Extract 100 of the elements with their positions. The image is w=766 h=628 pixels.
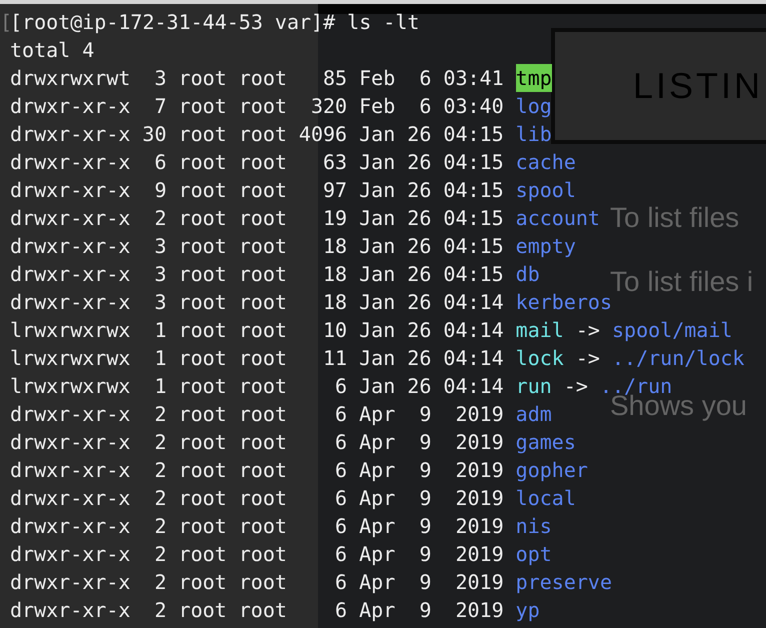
size-text: 19	[322, 205, 348, 232]
permissions-text: drwxr-xr-x	[10, 93, 130, 120]
group-text: root	[238, 373, 287, 400]
permissions-text: drwxr-xr-x	[10, 401, 130, 428]
size-text: 6	[334, 597, 348, 624]
directory-name: local	[516, 485, 576, 512]
group-text: root	[238, 65, 287, 92]
directory-name: db	[516, 261, 540, 288]
permissions-text: drwxr-xr-x	[10, 597, 130, 624]
group-text: root	[238, 485, 287, 512]
group-text: root	[238, 541, 287, 568]
date-text: Jan 26 04:15	[359, 205, 504, 232]
owner-text: root	[178, 485, 227, 512]
link-count: 1	[153, 345, 167, 372]
link-count: 1	[153, 317, 167, 344]
group-text: root	[238, 597, 287, 624]
link-count: 2	[153, 205, 167, 232]
link-count: 9	[153, 177, 167, 204]
permissions-text: drwxr-xr-x	[10, 233, 130, 260]
permissions-text: drwxr-xr-x	[10, 149, 130, 176]
prompt-line: [root@ip-172-31-44-53 var]# ls -lt	[10, 9, 420, 36]
output-text: total 4	[10, 37, 94, 64]
group-text: root	[238, 569, 287, 596]
date-text: Apr 9 2019	[359, 569, 504, 596]
date-text: Apr 9 2019	[359, 541, 504, 568]
date-text: Jan 26 04:14	[359, 317, 504, 344]
group-text: root	[238, 429, 287, 456]
link-count: 2	[153, 541, 167, 568]
directory-name: kerberos	[516, 290, 612, 316]
link-count: 3	[153, 289, 167, 316]
permissions-text: drwxrwxrwt	[10, 65, 130, 92]
owner-text: root	[178, 261, 227, 288]
group-text: root	[238, 205, 287, 232]
symlink-name: run	[516, 373, 552, 400]
size-text: 6	[334, 457, 348, 484]
owner-text: root	[178, 457, 227, 484]
owner-text: root	[178, 205, 227, 232]
group-text: root	[238, 121, 287, 148]
date-text: Jan 26 04:15	[359, 121, 504, 148]
owner-text: root	[178, 345, 227, 372]
permissions-text: lrwxrwxrwx	[10, 373, 130, 400]
size-text: 85	[322, 65, 348, 92]
slide-text: To list files i	[610, 265, 754, 299]
mark-glyph: [	[0, 9, 10, 36]
owner-text: root	[178, 289, 227, 316]
group-text: root	[238, 317, 287, 344]
owner-text: root	[178, 513, 227, 540]
size-text: 97	[322, 177, 348, 204]
link-count: 3	[153, 261, 167, 288]
size-text: 320	[310, 93, 348, 120]
date-text: Jan 26 04:14	[359, 289, 504, 316]
symlink-name: lock	[516, 345, 564, 372]
owner-text: root	[178, 121, 227, 148]
symlink-name: mail	[516, 317, 564, 344]
size-text: 6	[334, 569, 348, 596]
group-text: root	[238, 177, 287, 204]
group-text: root	[238, 93, 287, 120]
date-text: Apr 9 2019	[359, 485, 504, 512]
permissions-text: drwxr-xr-x	[10, 289, 130, 316]
date-text: Jan 26 04:15	[359, 233, 504, 260]
size-text: 6	[334, 401, 348, 428]
group-text: root	[238, 401, 287, 428]
link-target: spool/mail	[612, 317, 732, 344]
owner-text: root	[178, 65, 227, 92]
date-text: Jan 26 04:14	[359, 373, 504, 400]
directory-name: lib	[516, 121, 552, 148]
link-count: 2	[153, 597, 167, 624]
link-count: 2	[153, 401, 167, 428]
slide-text: To list files	[610, 201, 740, 235]
size-text: 6	[334, 429, 348, 456]
arrow-text: ->	[576, 317, 600, 344]
directory-name: tmp	[516, 64, 552, 92]
size-text: 63	[322, 149, 348, 176]
owner-text: root	[178, 569, 227, 596]
date-text: Apr 9 2019	[359, 401, 504, 428]
directory-name: games	[516, 429, 576, 456]
owner-text: root	[178, 597, 227, 624]
link-count: 3	[153, 233, 167, 260]
date-text: Apr 9 2019	[359, 513, 504, 540]
permissions-text: lrwxrwxrwx	[10, 345, 130, 372]
owner-text: root	[178, 541, 227, 568]
owner-text: root	[178, 149, 227, 176]
directory-name: spool	[516, 177, 576, 204]
permissions-text: drwxr-xr-x	[10, 457, 130, 484]
size-text: 10	[322, 317, 348, 344]
arrow-text: ->	[564, 373, 588, 400]
link-count: 2	[153, 429, 167, 456]
directory-name: opt	[516, 541, 552, 568]
link-count: 2	[153, 513, 167, 540]
date-text: Apr 9 2019	[359, 457, 504, 484]
size-text: 11	[322, 345, 348, 372]
permissions-text: drwxr-xr-x	[10, 429, 130, 456]
directory-name: cache	[516, 149, 576, 176]
size-text: 18	[322, 233, 348, 260]
group-text: root	[238, 261, 287, 288]
directory-name: account	[516, 205, 600, 232]
owner-text: root	[178, 317, 227, 344]
date-text: Jan 26 04:15	[359, 149, 504, 176]
date-text: Feb 6 03:40	[359, 93, 504, 120]
permissions-text: drwxr-xr-x	[10, 121, 130, 148]
